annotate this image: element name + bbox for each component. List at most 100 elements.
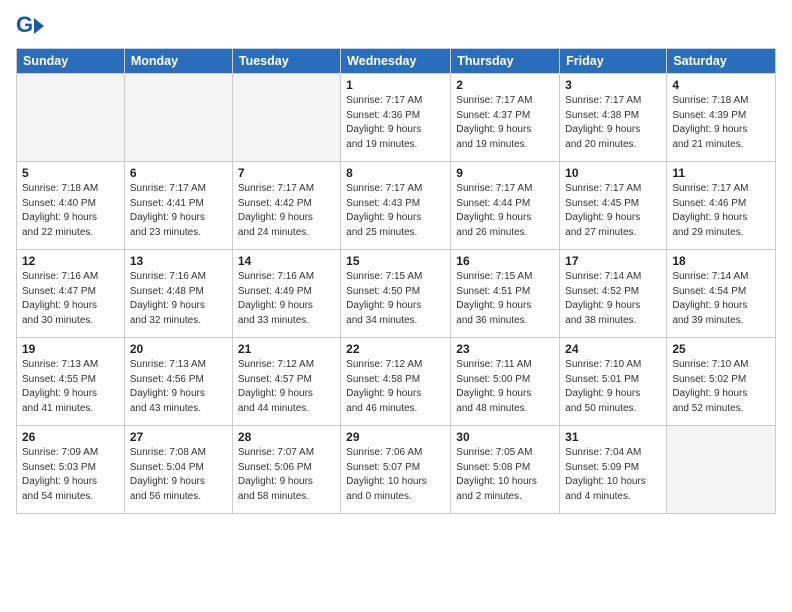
day-info: Sunrise: 7:15 AM Sunset: 4:50 PM Dayligh…	[346, 270, 445, 328]
calendar-cell: 20 Sunrise: 7:13 AM Sunset: 4:56 PM Dayli…	[124, 338, 232, 426]
day-info: Sunrise: 7:17 AM Sunset: 4:36 PM Dayligh…	[346, 94, 445, 152]
calendar-cell	[124, 74, 232, 162]
day-number: 3	[565, 78, 661, 92]
day-info: Sunrise: 7:17 AM Sunset: 4:43 PM Dayligh…	[346, 182, 445, 240]
calendar-cell: 3 Sunrise: 7:17 AM Sunset: 4:38 PM Daylig…	[560, 74, 667, 162]
calendar-cell: 2 Sunrise: 7:17 AM Sunset: 4:37 PM Daylig…	[451, 74, 560, 162]
day-info: Sunrise: 7:06 AM Sunset: 5:07 PM Dayligh…	[346, 446, 445, 504]
day-info: Sunrise: 7:17 AM Sunset: 4:37 PM Dayligh…	[456, 94, 554, 152]
day-info: Sunrise: 7:18 AM Sunset: 4:39 PM Dayligh…	[672, 94, 770, 152]
day-info: Sunrise: 7:16 AM Sunset: 4:49 PM Dayligh…	[238, 270, 335, 328]
day-number: 10	[565, 166, 661, 180]
week-row-4: 19 Sunrise: 7:13 AM Sunset: 4:55 PM Dayli…	[17, 338, 776, 426]
calendar-cell: 27 Sunrise: 7:08 AM Sunset: 5:04 PM Dayli…	[124, 426, 232, 514]
calendar-cell: 24 Sunrise: 7:10 AM Sunset: 5:01 PM Dayli…	[560, 338, 667, 426]
day-number: 21	[238, 342, 335, 356]
calendar-cell: 9Sunrise: 7:17 AM Sunset: 4:44 PM Daylig…	[451, 162, 560, 250]
day-info: Sunrise: 7:17 AM Sunset: 4:45 PM Dayligh…	[565, 182, 661, 240]
col-header-thursday: Thursday	[451, 49, 560, 74]
day-number: 8	[346, 166, 445, 180]
day-info: Sunrise: 7:07 AM Sunset: 5:06 PM Dayligh…	[238, 446, 335, 504]
day-info: Sunrise: 7:17 AM Sunset: 4:38 PM Dayligh…	[565, 94, 661, 152]
day-number: 19	[22, 342, 119, 356]
calendar-cell: 18 Sunrise: 7:14 AM Sunset: 4:54 PM Dayli…	[667, 250, 776, 338]
day-number: 2	[456, 78, 554, 92]
calendar-cell: 21 Sunrise: 7:12 AM Sunset: 4:57 PM Dayli…	[232, 338, 340, 426]
day-info: Sunrise: 7:10 AM Sunset: 5:02 PM Dayligh…	[672, 358, 770, 416]
day-number: 18	[672, 254, 770, 268]
day-number: 9	[456, 166, 554, 180]
day-info: Sunrise: 7:09 AM Sunset: 5:03 PM Dayligh…	[22, 446, 119, 504]
day-info: Sunrise: 7:14 AM Sunset: 4:54 PM Dayligh…	[672, 270, 770, 328]
day-info: Sunrise: 7:12 AM Sunset: 4:57 PM Dayligh…	[238, 358, 335, 416]
col-header-friday: Friday	[560, 49, 667, 74]
day-number: 16	[456, 254, 554, 268]
day-number: 25	[672, 342, 770, 356]
col-header-wednesday: Wednesday	[341, 49, 451, 74]
day-number: 20	[130, 342, 227, 356]
day-number: 13	[130, 254, 227, 268]
calendar-cell: 26Sunrise: 7:09 AM Sunset: 5:03 PM Dayli…	[17, 426, 125, 514]
day-info: Sunrise: 7:10 AM Sunset: 5:01 PM Dayligh…	[565, 358, 661, 416]
col-header-sunday: Sunday	[17, 49, 125, 74]
day-number: 7	[238, 166, 335, 180]
day-number: 11	[672, 166, 770, 180]
day-info: Sunrise: 7:11 AM Sunset: 5:00 PM Dayligh…	[456, 358, 554, 416]
svg-text:G: G	[16, 12, 33, 37]
week-row-5: 26Sunrise: 7:09 AM Sunset: 5:03 PM Dayli…	[17, 426, 776, 514]
day-info: Sunrise: 7:18 AM Sunset: 4:40 PM Dayligh…	[22, 182, 119, 240]
calendar-cell: 29 Sunrise: 7:06 AM Sunset: 5:07 PM Dayli…	[341, 426, 451, 514]
calendar-cell: 23 Sunrise: 7:11 AM Sunset: 5:00 PM Dayli…	[451, 338, 560, 426]
day-number: 27	[130, 430, 227, 444]
day-number: 15	[346, 254, 445, 268]
calendar-cell: 31 Sunrise: 7:04 AM Sunset: 5:09 PM Dayli…	[560, 426, 667, 514]
calendar-cell: 8 Sunrise: 7:17 AM Sunset: 4:43 PM Daylig…	[341, 162, 451, 250]
calendar-cell: 10 Sunrise: 7:17 AM Sunset: 4:45 PM Dayli…	[560, 162, 667, 250]
day-info: Sunrise: 7:08 AM Sunset: 5:04 PM Dayligh…	[130, 446, 227, 504]
day-info: Sunrise: 7:17 AM Sunset: 4:41 PM Dayligh…	[130, 182, 227, 240]
calendar-cell: 16 Sunrise: 7:15 AM Sunset: 4:51 PM Dayli…	[451, 250, 560, 338]
page: G SundayMondayTuesdayWednesdayThursdayFr…	[0, 0, 792, 612]
calendar-header-row: SundayMondayTuesdayWednesdayThursdayFrid…	[17, 49, 776, 74]
calendar-cell: 25 Sunrise: 7:10 AM Sunset: 5:02 PM Dayli…	[667, 338, 776, 426]
day-info: Sunrise: 7:05 AM Sunset: 5:08 PM Dayligh…	[456, 446, 554, 504]
day-number: 4	[672, 78, 770, 92]
day-info: Sunrise: 7:17 AM Sunset: 4:46 PM Dayligh…	[672, 182, 770, 240]
day-info: Sunrise: 7:16 AM Sunset: 4:48 PM Dayligh…	[130, 270, 227, 328]
day-number: 31	[565, 430, 661, 444]
calendar-cell: 12 Sunrise: 7:16 AM Sunset: 4:47 PM Dayli…	[17, 250, 125, 338]
logo: G	[16, 12, 46, 40]
calendar-cell	[232, 74, 340, 162]
calendar-cell: 30 Sunrise: 7:05 AM Sunset: 5:08 PM Dayli…	[451, 426, 560, 514]
day-info: Sunrise: 7:13 AM Sunset: 4:56 PM Dayligh…	[130, 358, 227, 416]
day-info: Sunrise: 7:12 AM Sunset: 4:58 PM Dayligh…	[346, 358, 445, 416]
week-row-3: 12 Sunrise: 7:16 AM Sunset: 4:47 PM Dayli…	[17, 250, 776, 338]
day-info: Sunrise: 7:16 AM Sunset: 4:47 PM Dayligh…	[22, 270, 119, 328]
day-number: 17	[565, 254, 661, 268]
calendar-cell: 11 Sunrise: 7:17 AM Sunset: 4:46 PM Dayli…	[667, 162, 776, 250]
day-number: 30	[456, 430, 554, 444]
day-number: 28	[238, 430, 335, 444]
week-row-2: 5Sunrise: 7:18 AM Sunset: 4:40 PM Daylig…	[17, 162, 776, 250]
day-number: 24	[565, 342, 661, 356]
day-info: Sunrise: 7:13 AM Sunset: 4:55 PM Dayligh…	[22, 358, 119, 416]
day-number: 12	[22, 254, 119, 268]
day-number: 22	[346, 342, 445, 356]
day-number: 23	[456, 342, 554, 356]
logo-icon: G	[16, 12, 44, 40]
calendar-cell: 19 Sunrise: 7:13 AM Sunset: 4:55 PM Dayli…	[17, 338, 125, 426]
day-info: Sunrise: 7:14 AM Sunset: 4:52 PM Dayligh…	[565, 270, 661, 328]
col-header-monday: Monday	[124, 49, 232, 74]
day-number: 29	[346, 430, 445, 444]
day-info: Sunrise: 7:17 AM Sunset: 4:42 PM Dayligh…	[238, 182, 335, 240]
calendar-cell: 13 Sunrise: 7:16 AM Sunset: 4:48 PM Dayli…	[124, 250, 232, 338]
calendar-cell: 5Sunrise: 7:18 AM Sunset: 4:40 PM Daylig…	[17, 162, 125, 250]
calendar-cell: 6 Sunrise: 7:17 AM Sunset: 4:41 PM Daylig…	[124, 162, 232, 250]
calendar-cell: 7 Sunrise: 7:17 AM Sunset: 4:42 PM Daylig…	[232, 162, 340, 250]
day-info: Sunrise: 7:04 AM Sunset: 5:09 PM Dayligh…	[565, 446, 661, 504]
calendar-cell: 15 Sunrise: 7:15 AM Sunset: 4:50 PM Dayli…	[341, 250, 451, 338]
calendar-cell: 14Sunrise: 7:16 AM Sunset: 4:49 PM Dayli…	[232, 250, 340, 338]
day-number: 6	[130, 166, 227, 180]
day-info: Sunrise: 7:15 AM Sunset: 4:51 PM Dayligh…	[456, 270, 554, 328]
calendar-cell: 4 Sunrise: 7:18 AM Sunset: 4:39 PM Daylig…	[667, 74, 776, 162]
